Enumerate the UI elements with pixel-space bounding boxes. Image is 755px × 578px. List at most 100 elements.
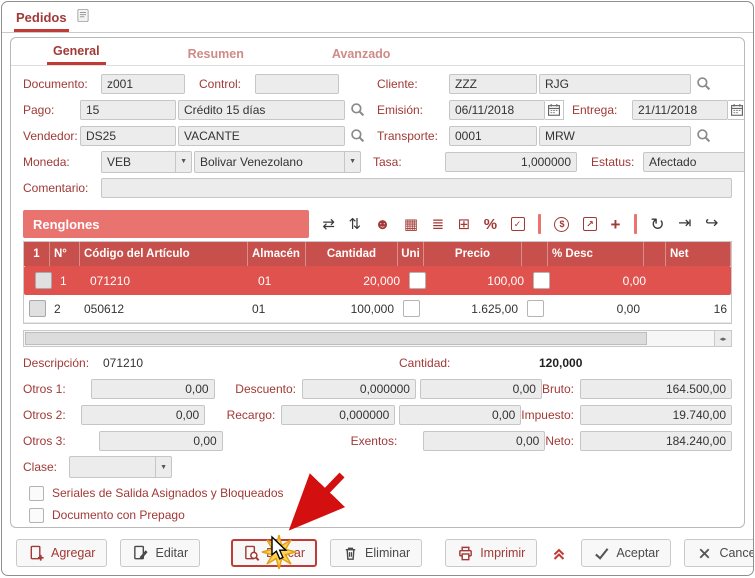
pago-name-input[interactable] — [178, 100, 345, 120]
bottom-toolbar: Agregar Editar Buscar Eliminar Imprimir … — [2, 534, 753, 572]
table-row[interactable]: 2 050612 01 100,000 1.625,00 0,00 16 — [24, 295, 731, 323]
pago-search-icon[interactable] — [350, 102, 365, 117]
header-almacen[interactable]: Almacén — [248, 242, 306, 266]
descuento-monto-input[interactable] — [420, 379, 542, 399]
descripcion-value: 071210 — [103, 356, 399, 370]
header-precio[interactable]: Precio — [424, 242, 522, 266]
control-input[interactable] — [255, 74, 339, 94]
otros1-input[interactable] — [91, 379, 215, 399]
refresh-icon[interactable]: ↻ — [650, 216, 664, 233]
moneda-name-value: Bolivar Venezolano — [200, 155, 303, 169]
image-icon[interactable]: ▦ — [404, 217, 418, 232]
import-icon[interactable]: ⇥ — [678, 216, 691, 232]
editar-button[interactable]: Editar — [120, 539, 200, 567]
agregar-button[interactable]: Agregar — [16, 539, 107, 567]
entrega-calendar-icon[interactable] — [728, 100, 745, 120]
impuesto-input[interactable] — [580, 405, 732, 425]
header-neto[interactable]: Net — [666, 242, 731, 266]
collapse-toolbar-icon[interactable] — [550, 544, 568, 562]
header-uni[interactable]: Uni — [398, 242, 424, 266]
seriales-checkbox[interactable] — [29, 486, 44, 501]
pedidos-window: Pedidos General Resumen Avanzado Documen… — [1, 1, 754, 576]
tab-general[interactable]: General — [47, 40, 106, 65]
recargo-label: Recargo: — [205, 408, 281, 422]
imprimir-button[interactable]: Imprimir — [445, 539, 537, 567]
renglones-table: 1 N° Código del Artículo Almacén Cantida… — [23, 241, 732, 324]
vendedor-search-icon[interactable] — [350, 128, 365, 143]
header-codigo[interactable]: Código del Artículo — [80, 242, 248, 266]
fit-columns-icon[interactable]: ⇄ — [322, 217, 335, 232]
tab-resumen[interactable]: Resumen — [182, 43, 250, 65]
precio-detail-button[interactable] — [533, 272, 550, 289]
export-icon[interactable]: ↗ — [583, 217, 597, 231]
cliente-code-input[interactable] — [449, 74, 537, 94]
scrollbar-thumb[interactable] — [25, 332, 647, 345]
add-item-icon[interactable]: + — [610, 216, 620, 233]
cliente-search-icon[interactable] — [696, 76, 711, 91]
transporte-search-icon[interactable] — [696, 128, 711, 143]
estatus-label: Estatus: — [591, 155, 643, 169]
tab-avanzado[interactable]: Avanzado — [326, 43, 397, 65]
cliente-name-input[interactable] — [539, 74, 691, 94]
emision-calendar-icon[interactable] — [545, 100, 564, 120]
emision-label: Emisión: — [377, 103, 449, 117]
buscar-label: Buscar — [266, 546, 305, 560]
clipboard-check-icon[interactable]: ✓ — [511, 217, 525, 231]
tab-pedidos[interactable]: Pedidos — [14, 5, 69, 32]
cell-blank — [644, 295, 666, 322]
transporte-name-input[interactable] — [539, 126, 691, 146]
precio-detail-button[interactable] — [527, 300, 544, 317]
header-blank2 — [644, 242, 666, 266]
list-icon[interactable]: ≣ — [432, 217, 445, 232]
cliente-label: Cliente: — [377, 77, 449, 91]
grid-icon[interactable]: ⊞ — [458, 217, 471, 232]
fit-rows-icon[interactable]: ⇅ — [349, 217, 362, 232]
otros1-label: Otros 1: — [23, 382, 91, 396]
header-numero[interactable]: N° — [50, 242, 80, 266]
eliminar-button[interactable]: Eliminar — [330, 539, 422, 567]
header-desc[interactable]: % Desc — [548, 242, 644, 266]
search-document-icon — [243, 545, 260, 562]
table-row[interactable]: 1 071210 01 20,000 100,00 0,00 — [24, 266, 731, 295]
aceptar-button[interactable]: Aceptar — [581, 539, 671, 567]
edit-document-icon — [132, 545, 149, 562]
contact-icon[interactable]: ☻ — [375, 217, 391, 232]
neto-input[interactable] — [580, 431, 732, 451]
estatus-input[interactable] — [643, 152, 745, 172]
moneda-name-select[interactable]: Bolivar Venezolano ▼ — [194, 151, 361, 173]
tasa-input[interactable] — [445, 152, 577, 172]
percent-icon[interactable]: % — [484, 217, 497, 232]
row-selector[interactable] — [29, 300, 46, 317]
uni-button[interactable] — [403, 300, 420, 317]
emision-input[interactable] — [449, 100, 545, 120]
row-selector[interactable] — [35, 272, 52, 289]
transporte-code-input[interactable] — [449, 126, 537, 146]
scrollbar-right-button[interactable]: ◂▸ — [714, 331, 731, 346]
vendedor-name-input[interactable] — [178, 126, 345, 146]
header-cantidad[interactable]: Cantidad — [306, 242, 398, 266]
uni-button[interactable] — [409, 272, 426, 289]
exentos-input[interactable] — [423, 431, 545, 451]
descuento-pct-input[interactable] — [302, 379, 416, 399]
prepago-checkbox[interactable] — [29, 508, 44, 523]
recargo-pct-input[interactable] — [281, 405, 395, 425]
buscar-button[interactable]: Buscar — [231, 539, 317, 567]
exit-icon[interactable]: ↪ — [705, 216, 718, 232]
entrega-input[interactable] — [632, 100, 728, 120]
neto-label: Neto: — [545, 434, 580, 448]
clase-select[interactable]: ▼ — [69, 456, 172, 478]
currency-icon[interactable]: $ — [554, 217, 569, 232]
horizontal-scrollbar[interactable]: ◂▸ — [23, 330, 732, 347]
bruto-input[interactable] — [580, 379, 732, 399]
comentario-input[interactable] — [101, 178, 732, 198]
documento-input[interactable] — [101, 74, 185, 94]
vendedor-code-input[interactable] — [80, 126, 176, 146]
pago-code-input[interactable] — [80, 100, 176, 120]
moneda-code-select[interactable]: VEB ▼ — [101, 151, 192, 173]
cancelar-button[interactable]: Cancelar — [684, 539, 754, 567]
otros3-input[interactable] — [99, 431, 223, 451]
check-icon — [593, 545, 610, 562]
agregar-label: Agregar — [51, 546, 95, 560]
otros2-input[interactable] — [81, 405, 205, 425]
recargo-monto-input[interactable] — [399, 405, 521, 425]
